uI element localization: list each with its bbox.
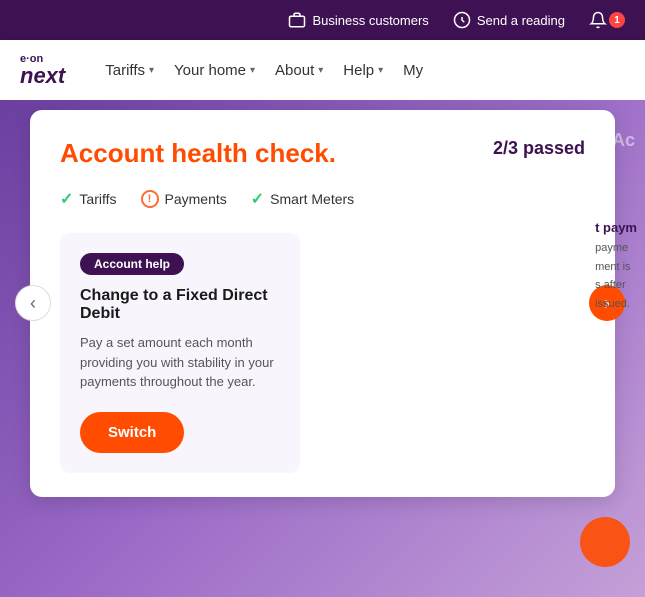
logo-next: next (20, 65, 65, 87)
card-score: 2/3 passed (493, 138, 585, 159)
logo[interactable]: e·on next (20, 54, 65, 87)
card-title: Account health check. (60, 138, 336, 169)
business-customers-link[interactable]: Business customers (288, 11, 428, 29)
tariffs-chevron-icon: ▾ (149, 65, 154, 76)
bell-icon (589, 11, 607, 29)
payment-title-partial: t paym (595, 220, 637, 235)
notification-badge: 1 (609, 12, 625, 28)
check-smart-meters: ✓ Smart Meters (251, 189, 354, 209)
check-tariffs: ✓ Tariffs (60, 189, 117, 209)
card-header: Account health check. 2/3 passed (60, 138, 585, 169)
business-icon (288, 11, 306, 29)
nav-tariffs[interactable]: Tariffs ▾ (105, 62, 154, 79)
inner-card-title: Change to a Fixed Direct Debit (80, 287, 280, 323)
nav-items: Tariffs ▾ Your home ▾ About ▾ Help ▾ My (105, 62, 625, 79)
notification-bell[interactable]: 1 (589, 11, 625, 29)
payment-panel-partial: t paym paymement iss afterissued. (595, 220, 637, 314)
your-home-chevron-icon: ▾ (250, 65, 255, 76)
check-smart-meters-label: Smart Meters (270, 191, 354, 207)
hero-section: Wo 192 G Ac ‹ › Account health check. 2/… (0, 100, 645, 597)
check-payments: ! Payments (141, 190, 227, 208)
prev-arrow-button[interactable]: ‹ (15, 285, 51, 321)
switch-button[interactable]: Switch (80, 412, 184, 453)
send-reading-link[interactable]: Send a reading (453, 11, 565, 29)
check-payments-warning-icon: ! (141, 190, 159, 208)
inner-card-desc: Pay a set amount each month providing yo… (80, 333, 280, 392)
check-payments-label: Payments (165, 191, 227, 207)
send-reading-label: Send a reading (477, 13, 565, 28)
nav-bar: e·on next Tariffs ▾ Your home ▾ About ▾ … (0, 40, 645, 100)
health-check-card: ‹ › Account health check. 2/3 passed ✓ T… (30, 110, 615, 497)
nav-help[interactable]: Help ▾ (343, 62, 383, 79)
nav-about[interactable]: About ▾ (275, 62, 323, 79)
orange-circle-decoration (580, 517, 630, 567)
right-partial-text: Ac (612, 130, 635, 151)
recommendation-card: Account help Change to a Fixed Direct De… (60, 233, 300, 473)
about-chevron-icon: ▾ (318, 65, 323, 76)
checks-row: ✓ Tariffs ! Payments ✓ Smart Meters (60, 189, 585, 209)
nav-my[interactable]: My (403, 62, 423, 79)
about-label: About (275, 62, 314, 79)
check-tariffs-icon: ✓ (60, 189, 73, 209)
help-chevron-icon: ▾ (378, 65, 383, 76)
your-home-label: Your home (174, 62, 246, 79)
nav-your-home[interactable]: Your home ▾ (174, 62, 255, 79)
top-bar: Business customers Send a reading 1 (0, 0, 645, 40)
meter-icon (453, 11, 471, 29)
account-help-badge: Account help (80, 253, 184, 275)
payment-text-partial: paymement iss afterissued. (595, 239, 637, 314)
business-label: Business customers (312, 13, 428, 28)
check-smart-meters-icon: ✓ (251, 189, 264, 209)
my-label: My (403, 62, 423, 79)
check-tariffs-label: Tariffs (79, 191, 116, 207)
help-label: Help (343, 62, 374, 79)
tariffs-label: Tariffs (105, 62, 145, 79)
